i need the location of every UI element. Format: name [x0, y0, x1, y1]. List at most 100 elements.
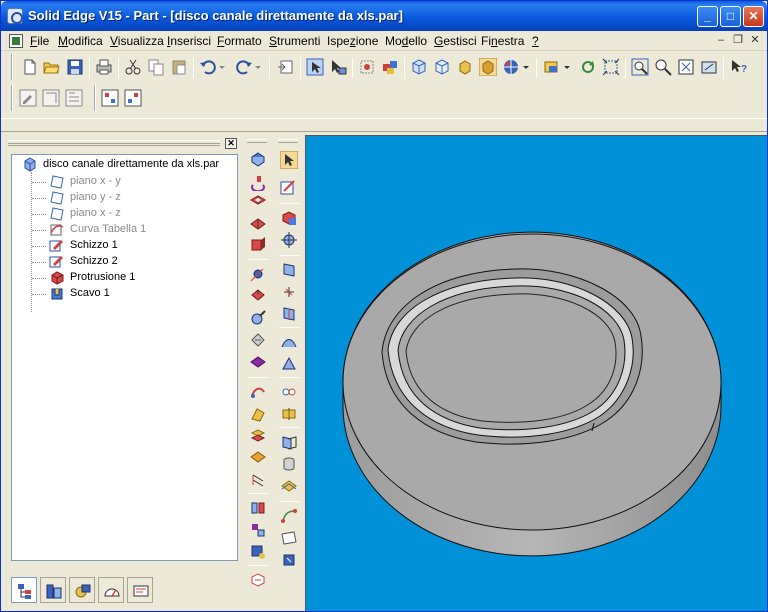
simplify-tool-icon[interactable] [249, 571, 267, 589]
menu-modifica[interactable]: Modifica [58, 34, 103, 48]
color-manager-icon[interactable] [381, 58, 399, 76]
tab-design-binder[interactable] [127, 577, 153, 603]
coordinate-system-icon[interactable] [280, 231, 298, 249]
round-tool-icon[interactable] [249, 265, 267, 283]
keypoint-curve-icon[interactable] [280, 507, 298, 525]
surface-tool-icon[interactable] [280, 333, 298, 351]
feature-tree[interactable]: disco canale direttamente da xls.par pia… [11, 154, 238, 561]
menu-visualizza[interactable]: Visualizza [110, 34, 164, 48]
cut-icon[interactable] [124, 58, 142, 76]
panel-grip[interactable] [8, 140, 220, 146]
undo-dropdown-icon[interactable] [217, 58, 227, 76]
chamfer-tool-icon[interactable] [249, 287, 267, 305]
select-tool-icon[interactable] [306, 58, 324, 76]
mdi-restore-button[interactable]: ❐ [730, 34, 746, 48]
view-iso-icon[interactable] [410, 58, 428, 76]
view-shaded-edges-icon[interactable] [456, 58, 474, 76]
view-dimetric-icon[interactable] [433, 58, 451, 76]
menu-help[interactable]: ? [532, 34, 539, 48]
cylinder-tool-icon[interactable] [280, 455, 298, 473]
view-dropdown-icon[interactable] [521, 58, 531, 76]
thread-tool-icon[interactable] [249, 471, 267, 489]
whats-this-help-icon[interactable]: ? [730, 58, 748, 76]
menu-modello[interactable]: Modello [385, 34, 427, 48]
angled-plane-icon[interactable] [280, 283, 298, 301]
save-icon[interactable] [66, 58, 84, 76]
lofted-protrusion-icon[interactable] [249, 405, 267, 423]
select-arrow-icon[interactable] [280, 151, 298, 169]
feature-relations-icon[interactable] [280, 383, 298, 401]
insert-object-icon[interactable] [277, 58, 295, 76]
mdi-close-button[interactable]: ✕ [747, 34, 763, 48]
feature-select-icon[interactable] [329, 58, 347, 76]
lip-tool-icon[interactable] [249, 353, 267, 371]
fit-view-icon[interactable] [602, 58, 620, 76]
disc-channel-part-model[interactable] [306, 136, 767, 611]
parallel-plane-icon[interactable] [280, 261, 298, 279]
menu-ispezione[interactable]: Ispezione [327, 34, 378, 48]
feature-edit-icon[interactable] [19, 89, 37, 107]
feature-library-icon[interactable] [101, 89, 119, 107]
profile-edit-icon[interactable] [65, 89, 83, 107]
view-globe-icon[interactable] [502, 58, 520, 76]
offset-surface-icon[interactable] [280, 477, 298, 495]
part-copy-icon[interactable] [249, 543, 267, 561]
shell-tool-icon[interactable] [280, 355, 298, 373]
copy-icon[interactable] [147, 58, 165, 76]
derived-curve-icon[interactable] [280, 551, 298, 569]
document-icon[interactable] [9, 34, 23, 48]
helical-protrusion-icon[interactable] [249, 427, 267, 445]
split-tool-icon[interactable] [280, 405, 298, 423]
redo-dropdown-icon[interactable] [253, 58, 263, 76]
view-style-dropdown-icon[interactable] [562, 58, 572, 76]
revolve-tool-icon[interactable] [249, 173, 267, 191]
rib-tool-icon[interactable] [249, 331, 267, 349]
tab-layers[interactable] [69, 577, 95, 603]
menu-strumenti[interactable]: Strumenti [269, 34, 320, 48]
panel-close-button[interactable]: ✕ [225, 138, 237, 149]
menu-finestra[interactable]: Finestra [481, 34, 524, 48]
zoom-area-icon[interactable] [631, 58, 649, 76]
pan-icon[interactable] [700, 58, 718, 76]
open-folder-icon[interactable] [43, 58, 61, 76]
perpendicular-plane-icon[interactable] [280, 305, 298, 323]
thin-wall-tool-icon[interactable] [249, 235, 267, 253]
redo-icon[interactable] [235, 58, 253, 76]
draft-tool-icon[interactable] [249, 309, 267, 327]
tab-sensors[interactable] [98, 577, 124, 603]
rotate-view-icon[interactable] [579, 58, 597, 76]
view-style-icon[interactable] [543, 58, 561, 76]
menu-formato[interactable]: Formato [217, 34, 262, 48]
close-button[interactable]: ✕ [743, 6, 764, 27]
pattern-tool-icon[interactable] [249, 521, 267, 539]
sweep-surface-icon[interactable] [280, 529, 298, 547]
menu-file[interactable]: File [30, 34, 49, 48]
title-bar[interactable]: Solid Edge V15 - Part - [disco canale di… [1, 1, 767, 31]
maximize-button[interactable]: □ [720, 6, 741, 27]
print-icon[interactable] [95, 58, 113, 76]
cutout-tool-icon[interactable] [249, 193, 267, 211]
sketch-view-icon[interactable] [358, 58, 376, 76]
paste-icon[interactable] [170, 58, 188, 76]
mirror-copy-icon[interactable] [249, 499, 267, 517]
part-3d-viewport[interactable] [305, 135, 767, 611]
view-shaded-icon[interactable] [479, 58, 497, 76]
hole-tool-icon[interactable] [249, 215, 267, 233]
mdi-minimize-button[interactable]: – [713, 34, 729, 48]
sketch-tool-icon[interactable] [280, 179, 298, 197]
fit-icon[interactable] [677, 58, 695, 76]
menu-gestisci[interactable]: Gestisci [434, 34, 477, 48]
undo-icon[interactable] [199, 58, 217, 76]
solid-edge-app-icon[interactable] [7, 8, 23, 24]
intersect-tool-icon[interactable] [280, 433, 298, 451]
zoom-icon[interactable] [654, 58, 672, 76]
new-file-icon[interactable] [21, 58, 39, 76]
reference-plane-icon[interactable] [280, 209, 298, 227]
minimize-button[interactable]: _ [697, 6, 718, 27]
menu-inserisci[interactable]: Inserisci [167, 34, 211, 48]
normal-protrusion-icon[interactable] [249, 449, 267, 467]
protrusion-tool-icon[interactable] [249, 151, 267, 169]
pattern-library-icon[interactable] [124, 89, 142, 107]
swept-protrusion-icon[interactable] [249, 383, 267, 401]
sketch-edit-icon[interactable] [42, 89, 60, 107]
